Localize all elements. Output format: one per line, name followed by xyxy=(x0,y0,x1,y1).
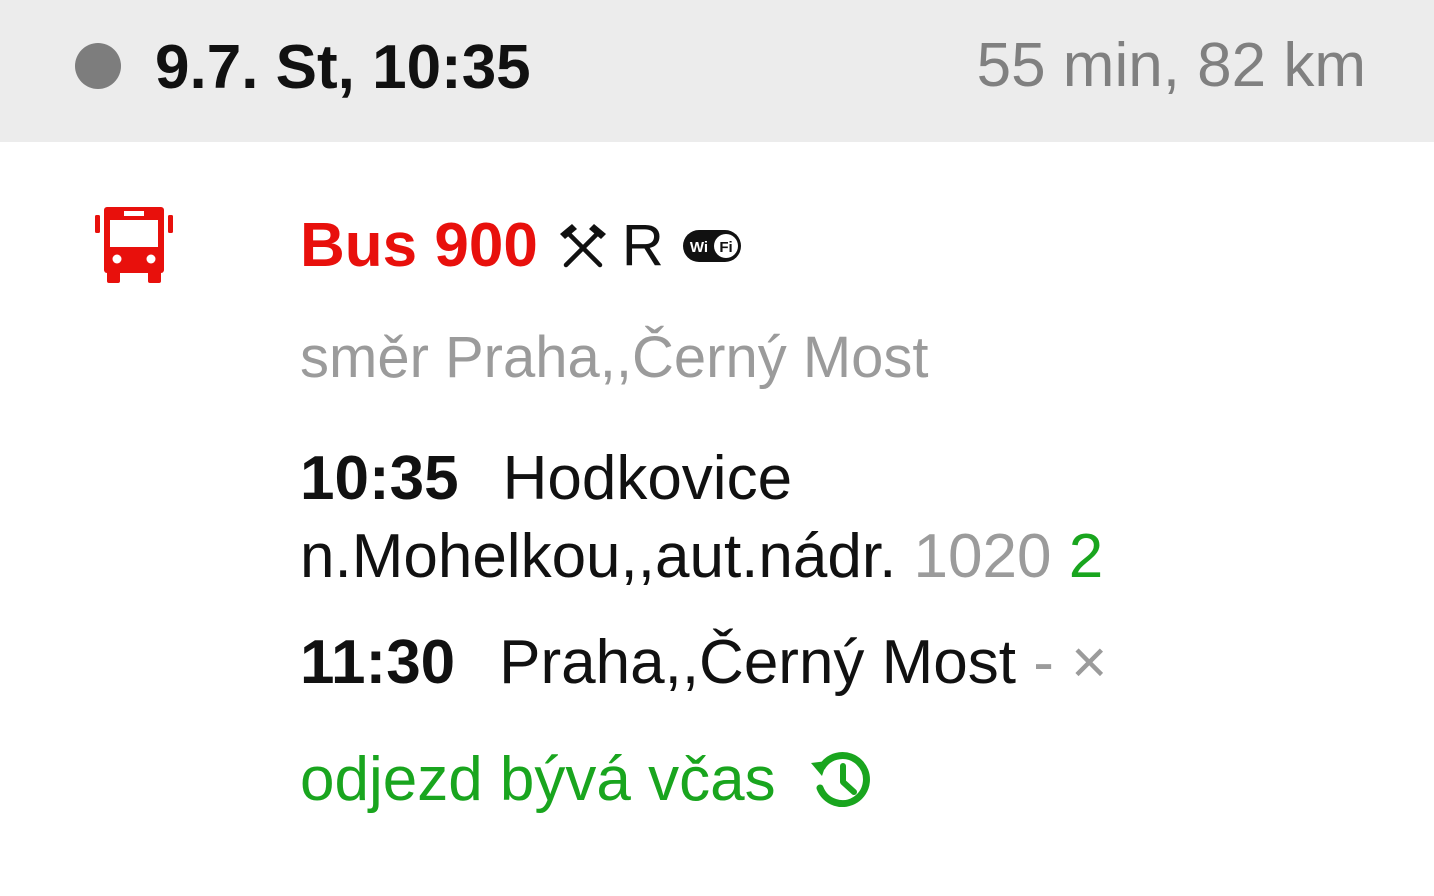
direction-label: směr Praha,,Černý Most xyxy=(300,325,929,390)
reservation-mark: R xyxy=(621,213,664,278)
trip-header: 9.7. St, 10:35 55 min, 82 km xyxy=(0,0,1434,142)
departure-platform: 1020 xyxy=(913,522,1052,591)
status-dot-icon xyxy=(75,43,121,89)
svg-text:Wi: Wi xyxy=(690,239,708,256)
arrival-extra: - × xyxy=(1033,628,1108,697)
line-info: Bus 900 R Wi Fi xyxy=(300,208,742,284)
arrival-stop-name: Praha,,Černý Most xyxy=(499,628,1017,697)
history-icon xyxy=(810,752,870,808)
punctuality-text: odjezd bývá včas xyxy=(300,745,776,814)
arrival-stop-row: 11:30 Praha,,Černý Most - × xyxy=(300,624,1107,702)
tools-icon xyxy=(559,224,606,268)
line-name: Bus 900 xyxy=(300,211,538,280)
punctuality-info: odjezd bývá včas xyxy=(300,740,874,820)
departure-stop-row: 10:35 Hodkovice n.Mohelkou,,aut.nádr. 102… xyxy=(300,440,1380,596)
departure-track: 2 xyxy=(1068,522,1104,591)
departure-time: 10:35 xyxy=(300,444,459,513)
bus-icon xyxy=(95,207,173,283)
wifi-icon: Wi Fi xyxy=(682,230,741,262)
arrival-time: 11:30 xyxy=(300,628,456,697)
trip-date-time: 9.7. St, 10:35 xyxy=(155,33,531,102)
svg-text:Fi: Fi xyxy=(719,239,732,256)
trip-duration-distance: 55 min, 82 km xyxy=(976,31,1366,100)
